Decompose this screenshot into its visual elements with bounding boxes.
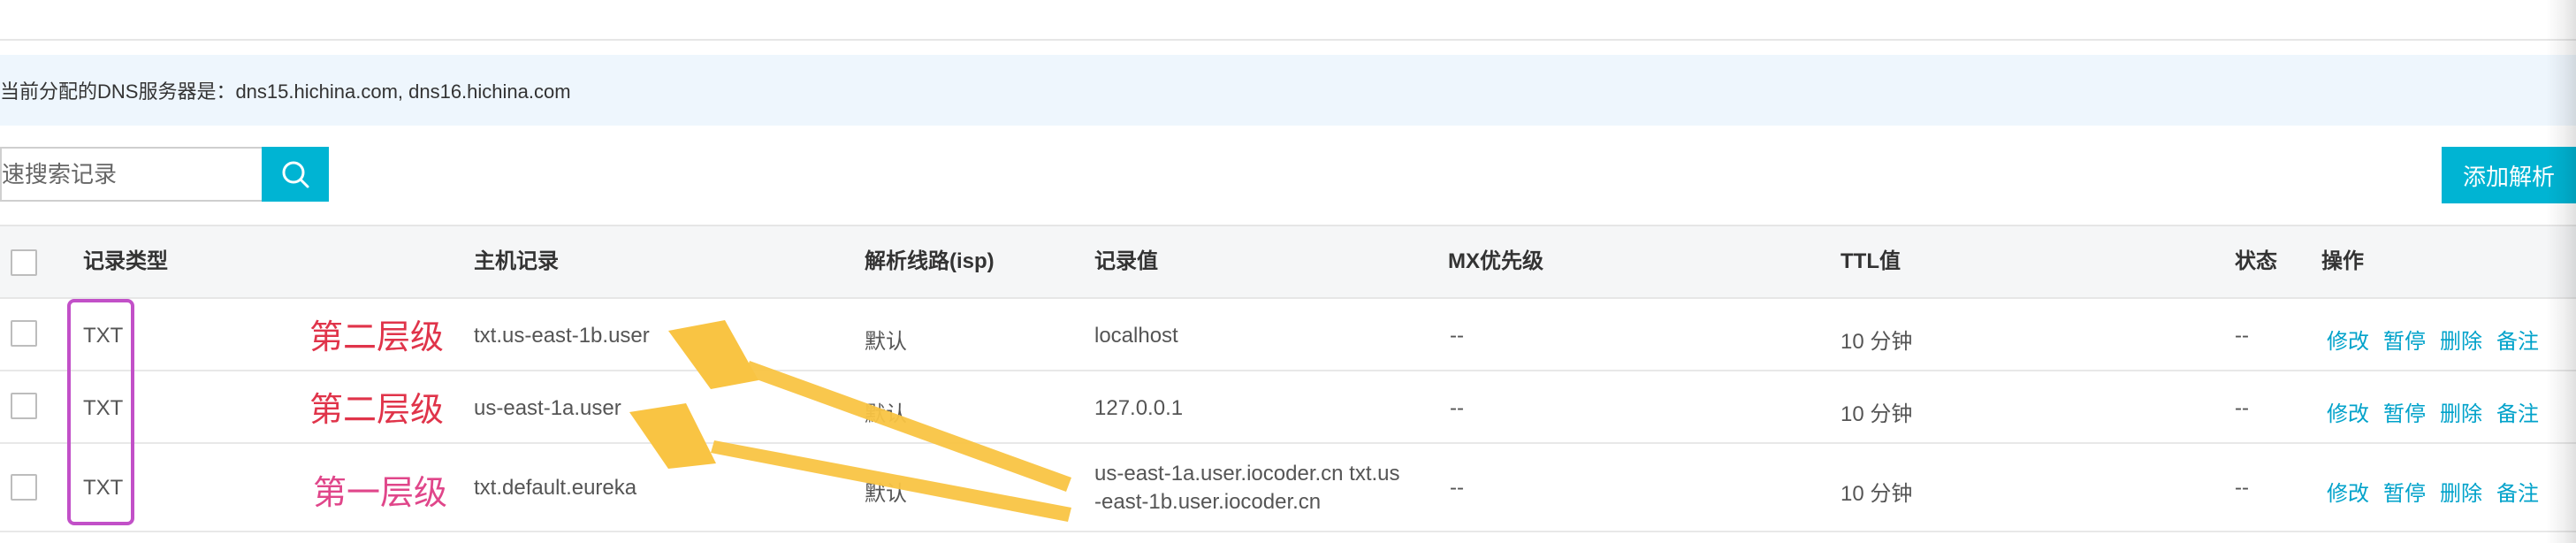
cell-ttl: 10 分钟 xyxy=(1841,402,1913,426)
record-type-highlight-box xyxy=(67,299,134,525)
cell-mx: -- xyxy=(1450,476,1464,500)
cell-ttl: 10 分钟 xyxy=(1841,330,1913,354)
window-edge-shadow xyxy=(2546,0,2576,543)
cell-ttl: 10 分钟 xyxy=(1841,482,1913,506)
row-actions: 修改 暂停 删除 备注 xyxy=(2327,324,2539,355)
cell-value-line1: us-east-1a.user.iocoder.cn txt.us xyxy=(1094,462,1400,486)
top-divider xyxy=(0,39,2576,41)
cell-line: 默认 xyxy=(865,330,907,354)
header-status: 状态 xyxy=(2235,249,2277,273)
cell-status: -- xyxy=(2235,476,2249,500)
header-host: 主机记录 xyxy=(474,249,559,273)
delete-link[interactable]: 删除 xyxy=(2440,476,2482,507)
row-actions: 修改 暂停 删除 备注 xyxy=(2327,396,2539,427)
edit-link[interactable]: 修改 xyxy=(2327,476,2369,507)
pause-link[interactable]: 暂停 xyxy=(2383,324,2426,355)
search-button[interactable] xyxy=(262,147,329,202)
row-checkbox[interactable] xyxy=(11,320,37,347)
delete-link[interactable]: 删除 xyxy=(2440,396,2482,427)
header-record-type: 记录类型 xyxy=(83,249,168,273)
row-actions: 修改 暂停 删除 备注 xyxy=(2327,476,2539,507)
annotation-level2-label: 第二层级 xyxy=(309,392,445,429)
header-value: 记录值 xyxy=(1094,249,1158,273)
select-all-checkbox[interactable] xyxy=(11,249,37,276)
pause-link[interactable]: 暂停 xyxy=(2383,396,2426,427)
cell-line: 默认 xyxy=(865,402,907,426)
header-actions: 操作 xyxy=(2321,249,2364,273)
edit-link[interactable]: 修改 xyxy=(2327,396,2369,427)
note-link[interactable]: 备注 xyxy=(2496,324,2539,355)
cell-status: -- xyxy=(2235,324,2249,348)
cell-value: 127.0.0.1 xyxy=(1094,396,1184,420)
cell-value: localhost xyxy=(1094,324,1178,348)
cell-line: 默认 xyxy=(865,482,907,506)
cell-host: txt.default.eureka xyxy=(474,476,637,500)
dns-info-text: 当前分配的DNS服务器是：dns15.hichina.com, dns16.hi… xyxy=(0,80,571,103)
dns-info-banner: 当前分配的DNS服务器是：dns15.hichina.com, dns16.hi… xyxy=(0,55,2576,126)
note-link[interactable]: 备注 xyxy=(2496,396,2539,427)
edit-link[interactable]: 修改 xyxy=(2327,324,2369,355)
row-checkbox[interactable] xyxy=(11,474,37,501)
note-link[interactable]: 备注 xyxy=(2496,476,2539,507)
header-mx: MX优先级 xyxy=(1448,249,1543,273)
search-field[interactable] xyxy=(0,147,262,202)
cell-host: txt.us-east-1b.user xyxy=(474,324,650,348)
header-ttl: TTL值 xyxy=(1841,249,1901,273)
delete-link[interactable]: 删除 xyxy=(2440,324,2482,355)
table-header: 记录类型 主机记录 解析线路(isp) 记录值 MX优先级 TTL值 状态 操作 xyxy=(0,225,2576,299)
search-icon xyxy=(282,161,309,188)
annotation-level1-label: 第一层级 xyxy=(313,475,448,512)
cell-mx: -- xyxy=(1450,324,1464,348)
search-input[interactable] xyxy=(2,149,262,200)
header-line: 解析线路(isp) xyxy=(865,249,995,273)
annotation-level2-label: 第二层级 xyxy=(309,319,445,356)
pause-link[interactable]: 暂停 xyxy=(2383,476,2426,507)
cell-mx: -- xyxy=(1450,396,1464,420)
cell-status: -- xyxy=(2235,396,2249,420)
cell-host: us-east-1a.user xyxy=(474,396,621,420)
row-checkbox[interactable] xyxy=(11,393,37,419)
cell-value-line2: -east-1b.user.iocoder.cn xyxy=(1094,490,1322,514)
